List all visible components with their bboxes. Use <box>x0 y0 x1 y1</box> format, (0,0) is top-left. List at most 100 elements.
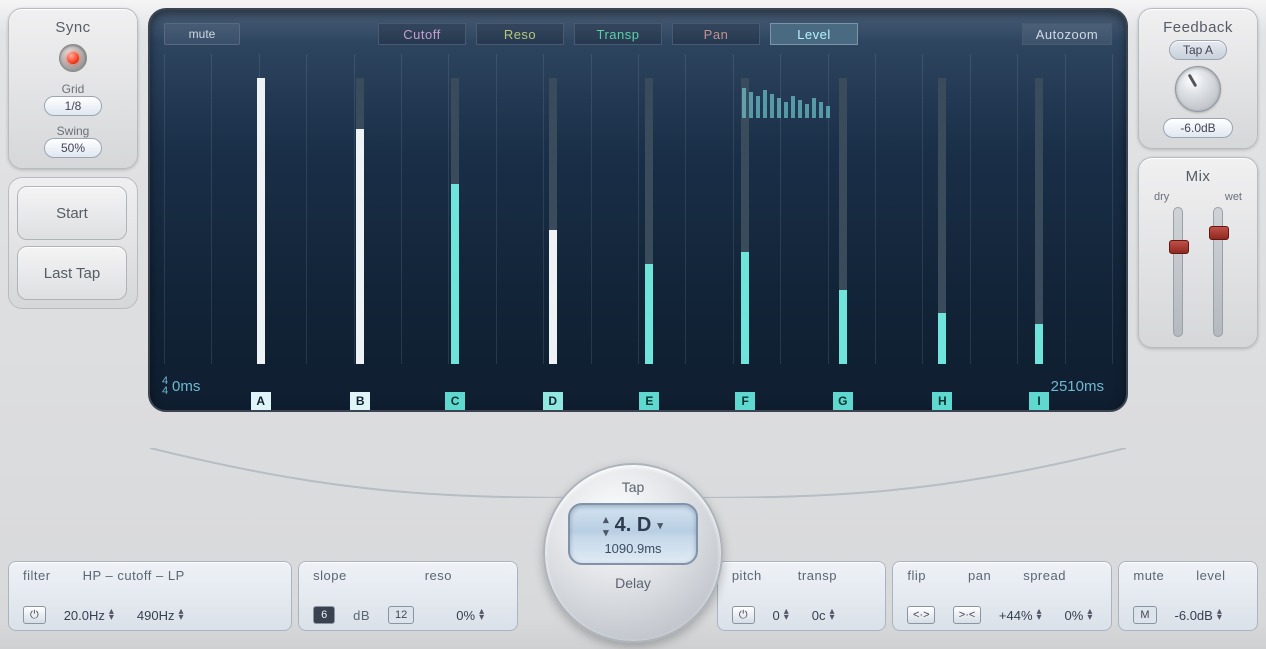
tap-letter-I[interactable]: I <box>1029 392 1049 410</box>
top-area: Sync Grid 1/8 Swing 50% Start Last Tap m… <box>8 8 1258 448</box>
tap-bar-fill <box>257 78 265 364</box>
slope-reso-box: slope reso 6 dB 12 0%▴▾ <box>298 561 517 631</box>
wet-slider[interactable] <box>1213 207 1223 337</box>
pan-value[interactable]: +44%▴▾ <box>999 608 1047 623</box>
mute-tab[interactable]: mute <box>164 23 240 45</box>
tap-dial[interactable]: Tap ▴▾ 4. D ▾ 1090.9ms Delay <box>543 463 723 643</box>
tap-letter-H[interactable]: H <box>932 392 952 410</box>
flip-label: flip <box>907 568 926 583</box>
tap-bar-bg <box>1035 78 1043 364</box>
mix-sublabels: dry wet <box>1154 191 1242 203</box>
tab-reso[interactable]: Reso <box>476 23 564 45</box>
tap-bar-fill <box>839 290 847 364</box>
sync-led-icon <box>67 52 79 64</box>
filter-box: filter HP – cutoff – LP ⏻ 20.0Hz▴▾ 490Hz… <box>8 561 292 631</box>
center-display-wrap: mute Cutoff Reso Transp Pan Level Autozo… <box>148 8 1128 412</box>
sync-toggle-button[interactable] <box>59 44 87 72</box>
pan-label: pan <box>968 568 991 583</box>
tap-letter-D[interactable]: D <box>543 392 563 410</box>
flip-stereo-button[interactable]: >·< <box>953 606 981 624</box>
feedback-label: Feedback <box>1163 19 1233 36</box>
feedback-panel: Feedback Tap A -6.0dB <box>1138 8 1258 149</box>
tap-letter-strip: A B C D E F G H I <box>164 388 1112 410</box>
filter-label: filter <box>23 568 51 583</box>
mix-panel: Mix dry wet <box>1138 157 1258 348</box>
right-column: Feedback Tap A -6.0dB Mix dry wet <box>1138 8 1258 348</box>
dry-label: dry <box>1154 191 1169 203</box>
tap-letter-A[interactable]: A <box>251 392 271 410</box>
mix-label: Mix <box>1186 168 1211 185</box>
lp-value[interactable]: 490Hz▴▾ <box>137 608 189 623</box>
tap-letter-B[interactable]: B <box>350 392 370 410</box>
tap-letter-C[interactable]: C <box>445 392 465 410</box>
swing-label: Swing <box>57 124 90 138</box>
display-bottom-row: 44 0ms 2510ms ABCDEFGHI <box>164 370 1112 410</box>
mute-label: mute <box>1133 568 1164 583</box>
slope-db-label: dB <box>353 608 370 623</box>
tap-display: mute Cutoff Reso Transp Pan Level Autozo… <box>148 8 1128 412</box>
hp-value[interactable]: 20.0Hz▴▾ <box>64 608 119 623</box>
dry-slider-thumb[interactable] <box>1169 240 1189 254</box>
mute-button[interactable]: M <box>1133 606 1156 624</box>
autozoom-button[interactable]: Autozoom <box>1022 23 1112 45</box>
last-tap-button[interactable]: Last Tap <box>17 246 127 300</box>
feedback-source[interactable]: Tap A <box>1169 40 1227 60</box>
tap-bar-fill <box>645 264 653 364</box>
tap-bar-fill <box>549 230 557 364</box>
transp-label: transp <box>798 568 837 583</box>
left-column: Sync Grid 1/8 Swing 50% Start Last Tap <box>8 8 138 309</box>
delay-designer-app: Sync Grid 1/8 Swing 50% Start Last Tap m… <box>0 0 1266 649</box>
display-top-row: mute Cutoff Reso Transp Pan Level Autozo… <box>164 20 1112 48</box>
pitch-power-button[interactable]: ⏻ <box>732 606 755 624</box>
tap-mode-panel: Start Last Tap <box>8 177 138 309</box>
spread-value[interactable]: 0%▴▾ <box>1065 608 1098 623</box>
param-tabs: Cutoff Reso Transp Pan Level <box>378 23 858 45</box>
dry-slider[interactable] <box>1173 207 1183 337</box>
tap-dropdown-icon[interactable]: ▾ <box>657 519 663 532</box>
pitch-box: pitch transp ⏻ 0▴▾ 0c▴▾ <box>717 561 887 631</box>
tap-letter-F[interactable]: F <box>735 392 755 410</box>
tap-time-value[interactable]: 1090.9ms <box>604 541 661 556</box>
output-box: mute level M -6.0dB▴▾ <box>1118 561 1258 631</box>
slope-label: slope <box>313 568 347 583</box>
feedback-knob[interactable] <box>1175 66 1221 112</box>
wet-slider-thumb[interactable] <box>1209 226 1229 240</box>
tap-dial-bottom-label: Delay <box>615 575 651 591</box>
tap-selected: 4. D <box>615 514 652 537</box>
level-label: level <box>1196 568 1225 583</box>
tap-bar-fill <box>938 313 946 364</box>
tab-pan[interactable]: Pan <box>672 23 760 45</box>
tap-letter-G[interactable]: G <box>833 392 853 410</box>
tap-dial-top-label: Tap <box>622 479 645 495</box>
pan-box: flip pan spread <·> >·< +44%▴▾ 0%▴▾ <box>892 561 1112 631</box>
tab-cutoff[interactable]: Cutoff <box>378 23 466 45</box>
tap-bar-fill <box>1035 324 1043 364</box>
autozoom-wrap: Autozoom <box>1022 23 1112 45</box>
tap-grid[interactable]: 000000000 <box>164 54 1112 364</box>
filter-power-button[interactable]: ⏻ <box>23 606 46 624</box>
tap-up-down-icon[interactable]: ▴▾ <box>603 513 609 539</box>
tap-selector[interactable]: ▴▾ 4. D ▾ 1090.9ms <box>568 503 698 565</box>
tap-letter-E[interactable]: E <box>639 392 659 410</box>
slope-12-button[interactable]: 12 <box>388 606 414 624</box>
start-button[interactable]: Start <box>17 186 127 240</box>
feedback-value[interactable]: -6.0dB <box>1163 118 1233 138</box>
transp-coarse-value[interactable]: 0▴▾ <box>773 608 794 623</box>
reso-label: reso <box>425 568 452 583</box>
swing-value[interactable]: 50% <box>44 138 102 158</box>
grid-label: Grid <box>62 82 85 96</box>
spectrum-icon <box>742 84 838 118</box>
mix-sliders <box>1173 207 1223 337</box>
level-value[interactable]: -6.0dB▴▾ <box>1175 608 1227 623</box>
cutoff-label: HP – cutoff – LP <box>83 568 185 583</box>
reso-value[interactable]: 0%▴▾ <box>456 608 489 623</box>
grid-value[interactable]: 1/8 <box>44 96 102 116</box>
tap-bar-fill <box>741 252 749 364</box>
pitch-label: pitch <box>732 568 762 583</box>
transp-fine-value[interactable]: 0c▴▾ <box>812 608 840 623</box>
slope-6-button[interactable]: 6 <box>313 606 335 624</box>
tab-transp[interactable]: Transp <box>574 23 662 45</box>
flip-lr-button[interactable]: <·> <box>907 606 935 624</box>
sync-panel: Sync Grid 1/8 Swing 50% <box>8 8 138 169</box>
tab-level[interactable]: Level <box>770 23 858 45</box>
